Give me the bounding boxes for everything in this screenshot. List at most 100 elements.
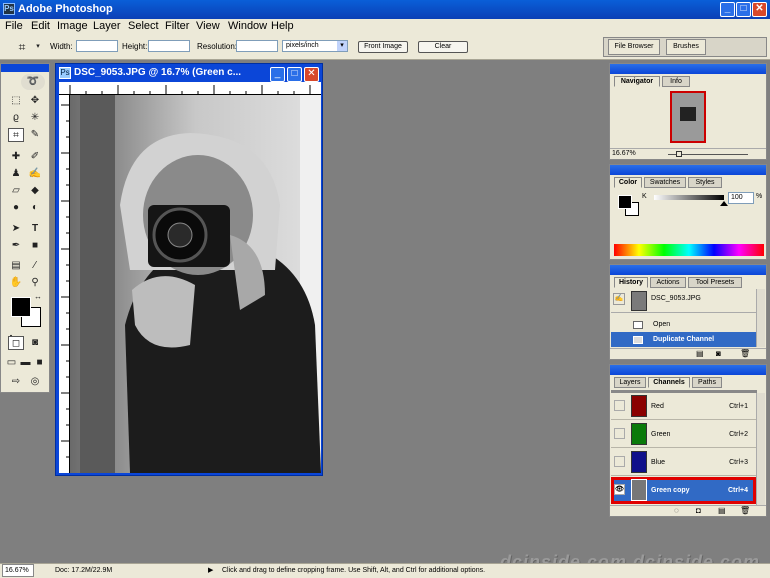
lasso-tool-icon[interactable]: ϱ <box>8 111 24 125</box>
menu-select[interactable]: Select <box>128 19 159 34</box>
menu-image[interactable]: Image <box>57 19 88 34</box>
adobe-feather-icon[interactable]: ➰ <box>21 74 45 90</box>
close-button[interactable]: ✕ <box>752 2 767 17</box>
screen-mode-menu-icon[interactable]: ▬ <box>19 356 32 370</box>
clone-stamp-icon[interactable]: ♟ <box>8 167 24 181</box>
doc-maximize-button[interactable]: □ <box>287 67 302 82</box>
brush-tool-icon[interactable]: ✐ <box>27 150 43 164</box>
standard-mode-icon[interactable]: ◻ <box>8 336 24 350</box>
resolution-field[interactable] <box>236 40 278 52</box>
crop-tool-preset-icon[interactable]: ⌗ <box>14 40 30 54</box>
healing-brush-icon[interactable]: ✚ <box>8 150 24 164</box>
zoom-slider-handle[interactable] <box>676 151 682 157</box>
new-document-icon[interactable]: ▤ <box>696 349 704 358</box>
visibility-toggle[interactable] <box>614 400 625 411</box>
menu-filter[interactable]: Filter <box>165 19 189 34</box>
new-snapshot-icon[interactable]: ◙ <box>716 349 721 358</box>
tab-history[interactable]: History <box>614 277 648 288</box>
minimize-button[interactable]: _ <box>720 2 735 17</box>
screen-mode-standard-icon[interactable]: ▭ <box>5 356 18 370</box>
menu-file[interactable]: File <box>5 19 23 34</box>
file-browser-tab[interactable]: File Browser <box>608 39 660 55</box>
blur-tool-icon[interactable]: ● <box>8 201 24 215</box>
navigator-thumbnail[interactable] <box>670 91 706 143</box>
doc-minimize-button[interactable]: _ <box>270 67 285 82</box>
front-image-button[interactable]: Front Image <box>358 41 408 53</box>
visibility-toggle[interactable] <box>614 428 625 439</box>
zoom-tool-icon[interactable]: ⚲ <box>27 276 43 290</box>
channel-row-red[interactable]: Red Ctrl+1 <box>611 393 756 420</box>
channel-row-green[interactable]: Green Ctrl+2 <box>611 421 756 448</box>
visibility-toggle[interactable] <box>614 456 625 467</box>
k-slider[interactable] <box>654 195 724 200</box>
menu-edit[interactable]: Edit <box>31 19 50 34</box>
channel-row-blue[interactable]: Blue Ctrl+3 <box>611 449 756 476</box>
channel-row-green-copy[interactable]: 👁 Green copy Ctrl+4 <box>611 477 756 504</box>
move-tool-icon[interactable]: ✥ <box>27 94 43 108</box>
notes-tool-icon[interactable]: ▤ <box>8 259 24 273</box>
maximize-button[interactable]: □ <box>736 2 751 17</box>
brushes-tab[interactable]: Brushes <box>666 39 706 55</box>
pen-tool-icon[interactable]: ✒ <box>8 239 24 253</box>
type-tool-icon[interactable]: T <box>27 222 43 236</box>
status-zoom[interactable]: 16.67% <box>2 564 34 577</box>
menu-window[interactable]: Window <box>228 19 267 34</box>
magic-wand-tool-icon[interactable]: ✳ <box>27 111 43 125</box>
foreground-color-swatch[interactable] <box>11 297 31 317</box>
history-snapshot-row[interactable]: ✍ DSC_9053.JPG <box>611 289 757 313</box>
history-item-open[interactable]: Open <box>611 317 757 332</box>
menu-layer[interactable]: Layer <box>93 19 121 34</box>
save-selection-icon[interactable]: ◘ <box>696 506 701 515</box>
tab-navigator[interactable]: Navigator <box>614 76 660 87</box>
doc-close-button[interactable]: ✕ <box>304 67 319 82</box>
hand-tool-icon[interactable]: ✋ <box>8 276 24 290</box>
marquee-tool-icon[interactable]: ⬚ <box>8 94 24 108</box>
k-value-field[interactable]: 100 <box>728 192 754 204</box>
history-brush-icon[interactable]: ✍ <box>27 167 43 181</box>
units-select[interactable]: pixels/inch ▾ <box>282 40 348 52</box>
height-field[interactable] <box>148 40 190 52</box>
menu-view[interactable]: View <box>196 19 220 34</box>
eraser-tool-icon[interactable]: ▱ <box>8 184 24 198</box>
menu-help[interactable]: Help <box>271 19 294 34</box>
clear-button[interactable]: Clear <box>418 41 468 53</box>
history-item-duplicate-channel[interactable]: Duplicate Channel <box>611 332 757 347</box>
status-doc-size[interactable]: Doc: 17.2M/22.9M <box>55 564 112 578</box>
jump-to-imageready-icon[interactable]: ⇨ <box>8 375 24 389</box>
crop-tool-icon[interactable]: ⌗ <box>8 128 24 142</box>
dodge-tool-icon[interactable]: ◐ <box>27 201 43 215</box>
tab-color[interactable]: Color <box>614 177 642 188</box>
screen-mode-full-icon[interactable]: ■ <box>33 356 46 370</box>
tab-tool-presets[interactable]: Tool Presets <box>688 277 742 288</box>
tab-actions[interactable]: Actions <box>650 277 686 288</box>
color-ramp[interactable] <box>614 244 764 256</box>
channels-scrollbar[interactable] <box>756 393 765 505</box>
tab-swatches[interactable]: Swatches <box>644 177 686 188</box>
tab-info[interactable]: Info <box>662 76 690 87</box>
trash-icon[interactable]: 🗑 <box>740 349 750 358</box>
imageready-icon[interactable]: ◎ <box>27 375 43 389</box>
rectangle-tool-icon[interactable]: ■ <box>27 239 43 253</box>
trash-icon[interactable]: 🗑 <box>740 506 750 515</box>
k-slider-handle[interactable] <box>720 201 728 206</box>
swap-colors-icon[interactable]: ↔ <box>33 292 43 302</box>
paint-bucket-icon[interactable]: ◆ <box>27 184 43 198</box>
visibility-eye-icon[interactable]: 👁 <box>614 484 625 495</box>
new-channel-icon[interactable]: ▤ <box>718 506 726 515</box>
tab-paths[interactable]: Paths <box>692 377 722 388</box>
slice-tool-icon[interactable]: ✎ <box>27 128 43 142</box>
color-foreground-swatch[interactable] <box>618 195 632 209</box>
tab-layers[interactable]: Layers <box>614 377 646 388</box>
status-menu-arrow-icon[interactable]: ▶ <box>208 564 213 578</box>
path-selection-icon[interactable]: ➤ <box>8 222 24 236</box>
canvas-photo[interactable] <box>70 95 321 473</box>
chevron-down-icon[interactable]: ▾ <box>30 40 46 54</box>
load-selection-icon[interactable]: ◌ <box>674 506 679 515</box>
tab-styles[interactable]: Styles <box>688 177 722 188</box>
tab-channels[interactable]: Channels <box>648 377 690 388</box>
history-scrollbar[interactable] <box>756 289 765 347</box>
quick-mask-icon[interactable]: ◙ <box>27 336 43 350</box>
history-brush-source-icon[interactable]: ✍ <box>613 293 625 305</box>
width-field[interactable] <box>76 40 118 52</box>
eyedropper-icon[interactable]: ⁄ <box>27 259 43 273</box>
